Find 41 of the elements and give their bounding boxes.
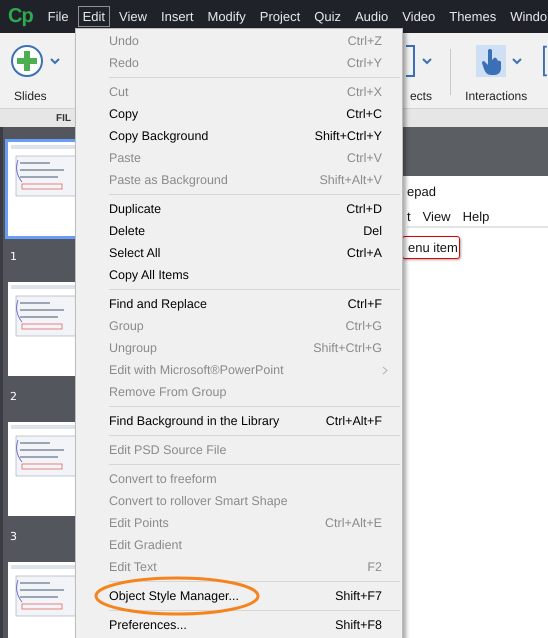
menu-item[interactable]: Quiz <box>309 6 346 27</box>
caret-icon <box>512 58 522 64</box>
menu-item[interactable]: Modify <box>202 6 251 27</box>
ribbon-tab[interactable]: FIL <box>56 112 71 124</box>
menu-item[interactable]: Audio <box>350 6 394 27</box>
menu-entry[interactable]: Copy Background Shift+Ctrl+Y <box>76 125 402 147</box>
caret-icon <box>422 58 432 64</box>
menu-item[interactable]: View <box>114 6 152 27</box>
menu-entry[interactable]: Preferences... Shift+F8 <box>76 614 402 636</box>
menu-entry[interactable]: Object Style Manager... Shift+F7 <box>76 585 402 607</box>
add-icon <box>10 44 44 78</box>
menu-entry[interactable]: Duplicate Ctrl+D <box>76 198 402 220</box>
slide-number: 2 <box>10 390 18 403</box>
menu-entry[interactable]: Copy Ctrl+C <box>76 103 402 125</box>
menu-item[interactable]: Insert <box>156 6 198 27</box>
frame-icon <box>543 44 548 78</box>
menu-item[interactable]: Video <box>397 6 440 27</box>
menu-entry[interactable]: Delete Del <box>76 220 402 242</box>
caret-icon <box>50 58 60 64</box>
frame-icon <box>406 44 416 78</box>
slide-thumbnail[interactable] <box>5 559 75 638</box>
menu-item[interactable]: Project <box>254 6 306 27</box>
slide-number: 1 <box>10 250 18 263</box>
menu-item[interactable]: Themes <box>444 6 502 27</box>
window-title: epad <box>407 184 437 201</box>
toolbar-label[interactable]: Slides <box>14 89 47 103</box>
slide-number: 3 <box>10 530 18 543</box>
menu-entry[interactable]: Select All Ctrl+A <box>76 242 402 264</box>
menu-item[interactable]: Edit <box>78 6 110 27</box>
slide-thumbnail[interactable] <box>5 419 75 519</box>
toolbar-label[interactable]: ects <box>410 89 432 103</box>
slide-thumbnail[interactable] <box>5 139 75 239</box>
menu-entry[interactable]: Find Background in the Library Ctrl+Alt+F <box>76 410 402 432</box>
menu-item[interactable]: Windo <box>505 6 548 27</box>
toolbar-label[interactable]: Interactions <box>465 89 528 103</box>
menu-item[interactable]: File <box>42 6 74 27</box>
menu-entry[interactable]: Copy All Items <box>76 264 402 286</box>
app-logo: Cp <box>8 5 33 28</box>
hand-icon <box>476 45 506 77</box>
slide-thumbnail[interactable] <box>5 279 75 379</box>
menu-entry[interactable]: Find and Replace Ctrl+F <box>76 293 402 315</box>
